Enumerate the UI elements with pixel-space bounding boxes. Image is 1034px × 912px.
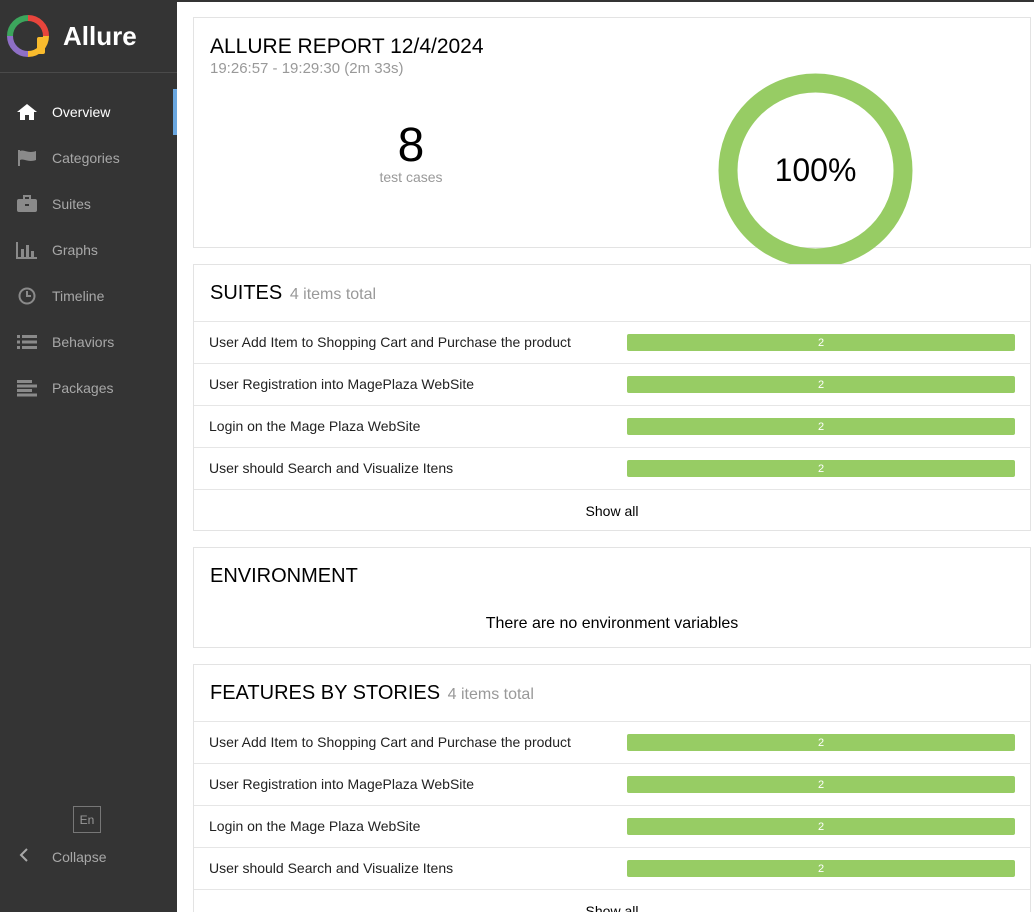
table-row[interactable]: User Registration into MagePlaza WebSite… (194, 763, 1030, 805)
features-title: FEATURES BY STORIES 4 items total (210, 682, 534, 705)
align-left-icon (15, 378, 39, 398)
table-row[interactable]: User should Search and Visualize Itens 2 (194, 447, 1030, 489)
list-icon (15, 332, 39, 352)
suites-title: SUITES 4 items total (210, 282, 376, 305)
sidebar-item-timeline[interactable]: Timeline (0, 273, 177, 319)
passed-bar[interactable]: 2 (627, 460, 1015, 477)
main-content: ALLURE REPORT 12/4/2024 19:26:57 - 19:29… (177, 2, 1034, 912)
brand-name: Allure (63, 20, 137, 51)
clock-icon (15, 286, 39, 306)
table-row[interactable]: Login on the Mage Plaza WebSite 2 (194, 405, 1030, 447)
sidebar-item-behaviors[interactable]: Behaviors (0, 319, 177, 365)
brand[interactable]: Allure (0, 0, 177, 73)
table-row[interactable]: User Add Item to Shopping Cart and Purch… (194, 321, 1030, 363)
sidebar-item-suites[interactable]: Suites (0, 181, 177, 227)
table-row[interactable]: User Registration into MagePlaza WebSite… (194, 363, 1030, 405)
row-label: Login on the Mage Plaza WebSite (209, 418, 421, 434)
collapse-button[interactable]: Collapse (18, 846, 106, 867)
suites-show-all-link[interactable]: Show all (194, 489, 1030, 531)
row-label: User should Search and Visualize Itens (209, 460, 454, 476)
passed-bar[interactable]: 2 (627, 376, 1015, 393)
features-title-text: FEATURES BY STORIES (210, 682, 441, 704)
row-label: Login on the Mage Plaza WebSite (209, 818, 421, 834)
sidebar: Allure Overview Categories Suites Graphs (0, 0, 177, 912)
sidebar-nav: Overview Categories Suites Graphs Timeli… (0, 89, 177, 411)
collapse-label: Collapse (52, 848, 107, 865)
suites-list: User Add Item to Shopping Cart and Purch… (194, 321, 1030, 531)
features-total: 4 items total (447, 686, 534, 703)
sidebar-item-label: Categories (52, 150, 120, 166)
pass-rate-value: 100% (774, 152, 857, 188)
passed-bar[interactable]: 2 (627, 818, 1015, 835)
sidebar-item-categories[interactable]: Categories (0, 135, 177, 181)
row-label: User Registration into MagePlaza WebSite (209, 376, 475, 392)
suites-title-text: SUITES (210, 282, 283, 304)
sidebar-item-label: Behaviors (52, 334, 115, 350)
sidebar-item-label: Packages (52, 380, 114, 396)
passed-bar[interactable]: 2 (627, 734, 1015, 751)
environment-title: ENVIRONMENT (210, 565, 358, 587)
table-row[interactable]: User should Search and Visualize Itens 2 (194, 847, 1030, 889)
row-label: User Registration into MagePlaza WebSite (209, 776, 475, 792)
suites-widget: SUITES 4 items total User Add Item to Sh… (193, 264, 1031, 531)
sidebar-item-overview[interactable]: Overview (0, 89, 177, 135)
allure-logo (7, 15, 49, 57)
passed-bar[interactable]: 2 (627, 776, 1015, 793)
report-time: 19:26:57 - 19:29:30 (2m 33s) (210, 60, 404, 77)
home-icon (15, 102, 39, 122)
language-switcher[interactable]: En (73, 806, 101, 833)
sidebar-item-packages[interactable]: Packages (0, 365, 177, 411)
flag-icon (15, 148, 39, 168)
features-show-all-link[interactable]: Show all (194, 889, 1030, 912)
chevron-left-icon (18, 846, 38, 867)
sidebar-item-label: Timeline (52, 288, 105, 304)
table-row[interactable]: Login on the Mage Plaza WebSite 2 (194, 805, 1030, 847)
test-count: 8 (397, 119, 425, 172)
passed-bar[interactable]: 2 (627, 418, 1015, 435)
bar-chart-icon (15, 240, 39, 260)
features-list: User Add Item to Shopping Cart and Purch… (194, 721, 1030, 912)
summary-widget: ALLURE REPORT 12/4/2024 19:26:57 - 19:29… (193, 17, 1031, 268)
features-widget: FEATURES BY STORIES 4 items total User A… (193, 664, 1031, 912)
report-title: ALLURE REPORT 12/4/2024 (210, 35, 484, 58)
row-label: User should Search and Visualize Itens (209, 860, 454, 876)
environment-empty-message: There are no environment variables (485, 615, 739, 632)
sidebar-item-label: Graphs (52, 242, 98, 258)
environment-widget: ENVIRONMENT There are no environment var… (193, 547, 1031, 648)
passed-bar[interactable]: 2 (627, 860, 1015, 877)
table-row[interactable]: User Add Item to Shopping Cart and Purch… (194, 721, 1030, 763)
sidebar-item-graphs[interactable]: Graphs (0, 227, 177, 273)
row-label: User Add Item to Shopping Cart and Purch… (209, 734, 571, 750)
row-label: User Add Item to Shopping Cart and Purch… (209, 334, 571, 350)
sidebar-item-label: Overview (52, 104, 111, 120)
passed-bar[interactable]: 2 (627, 334, 1015, 351)
sidebar-item-label: Suites (52, 196, 91, 212)
test-count-label: test cases (379, 169, 443, 185)
briefcase-icon (15, 194, 39, 214)
suites-total: 4 items total (289, 286, 377, 303)
